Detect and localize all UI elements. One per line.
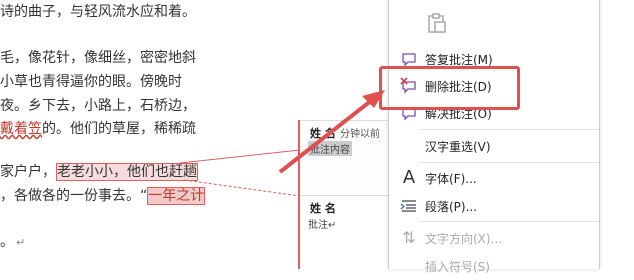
font-icon: A	[402, 167, 416, 188]
menu-item-paragraph[interactable]: 段落(P)...	[389, 192, 599, 220]
menu-separator	[419, 221, 599, 222]
paste-icon[interactable]	[425, 12, 447, 34]
highlight-callout-box	[379, 66, 520, 110]
text-direction-icon: ⇅	[402, 228, 416, 247]
menu-item-hanzi-reselect[interactable]: 汉字重选(V)	[389, 132, 599, 160]
menu-item-label: 汉字重选(V)	[425, 140, 491, 154]
comment-connector-line	[183, 179, 301, 197]
menu-separator	[419, 129, 599, 130]
menu-item-label: 字体(F)...	[425, 172, 477, 186]
menu-separator	[419, 162, 599, 163]
menu-item-label: 插入符号(S)	[425, 260, 490, 274]
arrow-shaft	[278, 98, 374, 174]
context-menu: 答复批注(M) 删除批注(D) 解决批注(O) 汉字重选(V) A 字体(F).…	[388, 0, 600, 274]
paragraph-icon	[400, 197, 418, 215]
menu-item-insert-symbol: 插入符号(S)	[389, 252, 599, 280]
menu-item-label: 文字方向(X)...	[425, 232, 503, 246]
menu-item-text-direction: ⇅ 文字方向(X)...	[389, 224, 599, 252]
menu-item-font[interactable]: A 字体(F)...	[389, 164, 599, 192]
comment-connector-line	[179, 149, 301, 164]
menu-item-label: 段落(P)...	[425, 200, 478, 214]
